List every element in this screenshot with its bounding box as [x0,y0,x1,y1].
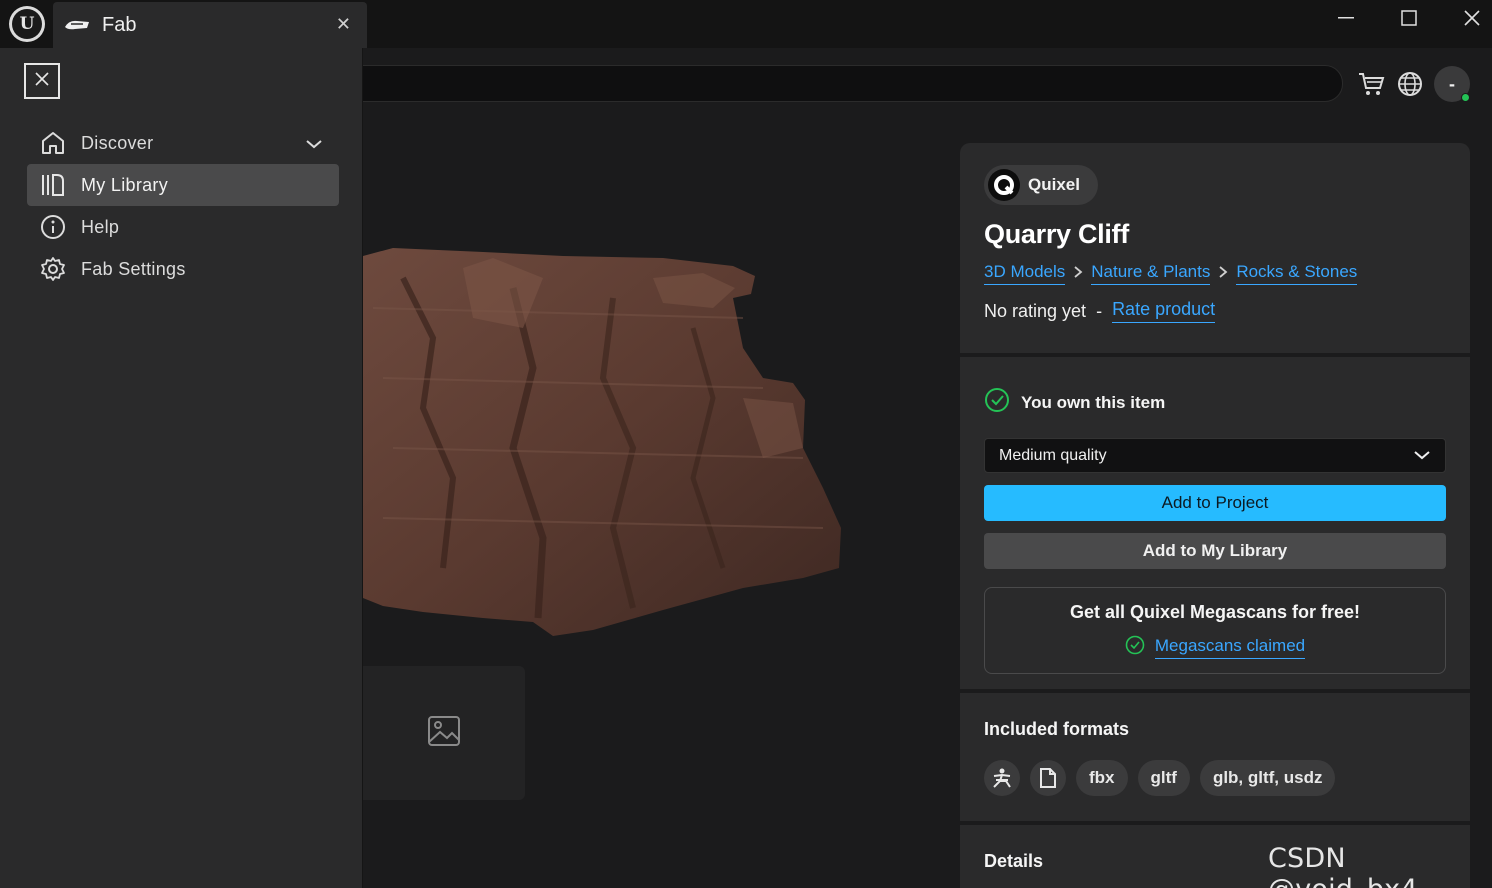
formats-title: Included formats [984,719,1130,739]
sidebar-item-my-library[interactable]: My Library [27,164,339,206]
globe-icon[interactable] [1394,68,1426,100]
library-icon [39,171,67,199]
file-icon[interactable] [1030,760,1066,796]
sidebar-item-label: Help [81,216,120,237]
rating-separator: - [1096,300,1103,321]
publisher-name: Quixel [1028,175,1080,194]
check-circle-icon [984,387,1010,418]
watermark: CSDN @void_bx4 [1268,843,1418,888]
product-panel: Quixel Quarry Cliff 3D Models Nature & P… [960,143,1470,888]
sidebar-item-help[interactable]: Help [27,206,339,248]
add-to-project-button[interactable]: Add to Project [984,485,1446,521]
home-icon [39,129,67,157]
navigation-drawer: Discover My Library Help Fab Settings [0,48,363,888]
online-status-dot [1461,93,1470,102]
avatar[interactable]: - [1434,66,1470,102]
maximize-button[interactable] [1389,4,1429,32]
breadcrumb-link[interactable]: Nature & Plants [1091,262,1211,285]
promo-title: Get all Quixel Megascans for free! [1069,601,1361,622]
sidebar-item-fab-settings[interactable]: Fab Settings [27,248,339,290]
close-drawer-button[interactable] [24,63,60,99]
format-pill-glb[interactable]: glb, gltf, usdz [1199,760,1336,796]
image-placeholder-icon [427,715,461,752]
format-pill-fbx[interactable]: fbx [1076,760,1128,796]
rate-product-link[interactable]: Rate product [1112,299,1216,323]
info-icon [39,213,67,241]
sidebar-item-label: Fab Settings [81,258,186,279]
breadcrumb-link[interactable]: Rocks & Stones [1236,262,1358,285]
breadcrumb: 3D Models Nature & Plants Rocks & Stones [984,262,1446,285]
close-icon [34,71,50,92]
sidebar-nav: Discover My Library Help Fab Settings [27,122,339,290]
product-info-card: Quixel Quarry Cliff 3D Models Nature & P… [960,143,1470,353]
add-to-library-button[interactable]: Add to My Library [984,533,1446,569]
avatar-initial: - [1449,73,1455,94]
search-input[interactable] [330,65,1343,102]
formats-list: fbx gltf glb, gltf, usdz [984,760,1446,796]
chevron-down-icon [1413,447,1431,465]
unreal-engine-logo-icon: U [9,6,45,42]
purchase-card: You own this item Medium quality Add to … [960,357,1470,689]
rating-text: No rating yet [984,300,1087,321]
minimize-button[interactable] [1326,4,1366,32]
rating-row: No rating yet - Rate product [984,299,1446,323]
cart-icon[interactable] [1355,68,1387,100]
fab-logo-icon [63,16,91,34]
product-preview-image[interactable] [363,148,923,648]
megascans-claimed-link[interactable]: Megascans claimed [1154,636,1306,659]
tab-fab[interactable]: Fab ✕ [53,2,367,48]
sidebar-item-label: Discover [81,132,154,153]
thumbnail-placeholder[interactable] [363,666,525,800]
quixel-logo-icon [988,169,1020,201]
owned-text: You own this item [1021,392,1166,412]
close-window-button[interactable] [1452,4,1492,32]
tab-title: Fab [102,13,137,36]
chevron-down-icon[interactable] [305,133,323,154]
tab-close-icon[interactable]: ✕ [336,14,351,35]
ownership-status: You own this item [984,387,1446,418]
format-pill-gltf[interactable]: gltf [1137,760,1190,796]
quality-select[interactable]: Medium quality [984,438,1446,473]
formats-card: Included formats fbx gltf glb, gltf, usd… [960,693,1470,821]
title-bar: U Fab ✕ [0,0,1492,48]
promo-status: Megascans claimed [1125,635,1306,660]
product-title: Quarry Cliff [984,219,1129,249]
check-circle-icon [1125,635,1145,660]
megascans-promo: Get all Quixel Megascans for free! Megas… [984,587,1446,674]
chevron-right-icon [1073,265,1083,283]
gear-icon [39,255,67,283]
unreal-format-icon[interactable] [984,760,1020,796]
breadcrumb-link[interactable]: 3D Models [984,262,1066,285]
sidebar-item-discover[interactable]: Discover [27,122,339,164]
publisher-badge[interactable]: Quixel [984,165,1098,205]
sidebar-item-label: My Library [81,174,169,195]
quality-selected-value: Medium quality [999,446,1107,464]
chevron-right-icon [1218,265,1228,283]
